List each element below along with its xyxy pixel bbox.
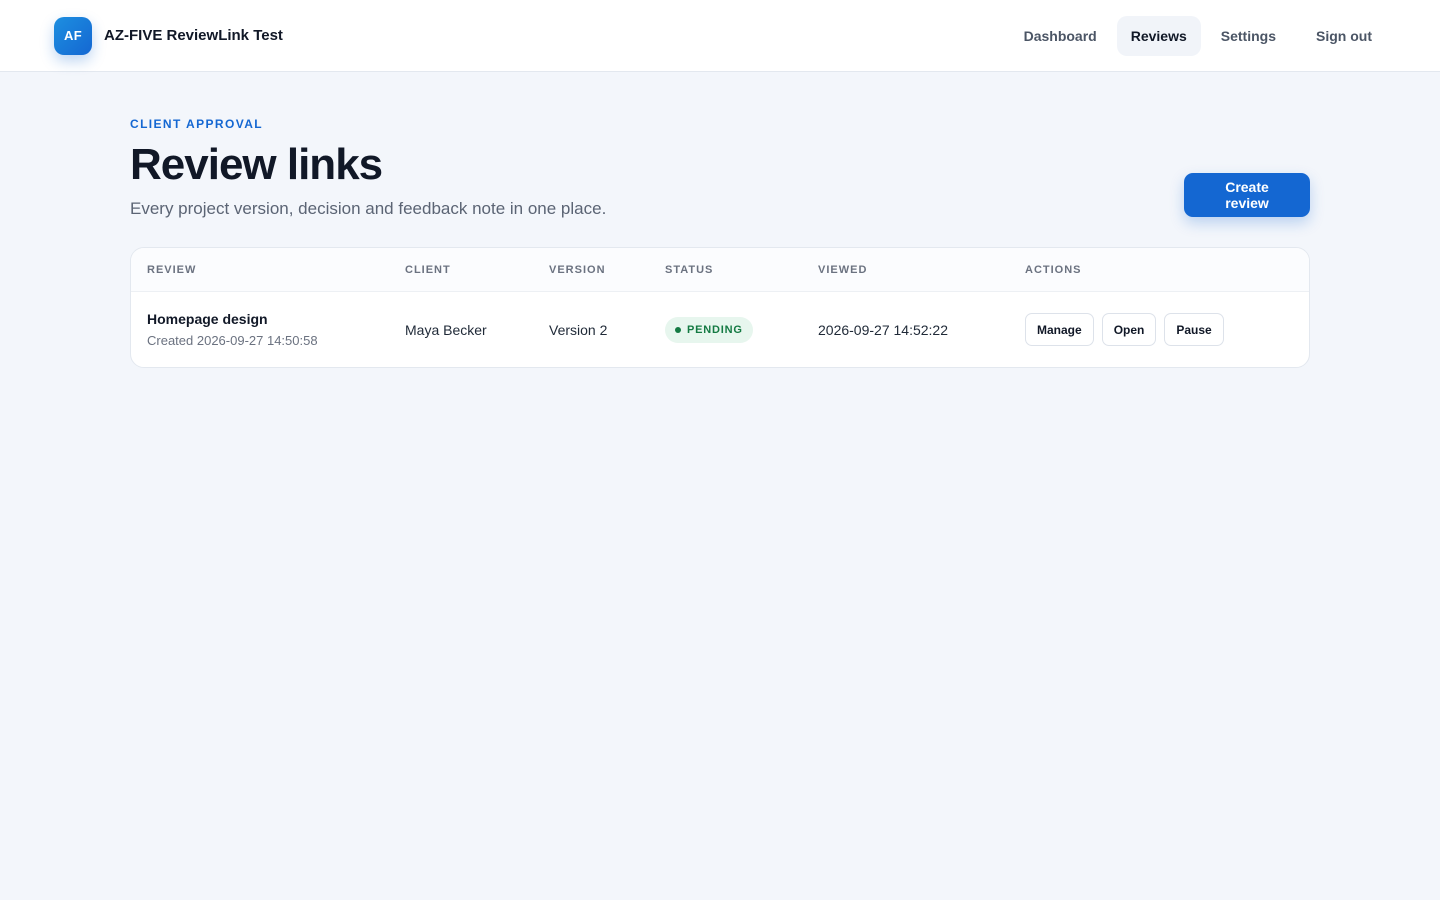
main-nav: Dashboard Reviews Settings Sign out bbox=[1010, 15, 1386, 56]
review-created-date: Created 2026-09-27 14:50:58 bbox=[147, 333, 318, 349]
top-navigation-bar: AF AZ-FIVE ReviewLink Test Dashboard Rev… bbox=[0, 0, 1440, 72]
app-name: AZ-FIVE ReviewLink Test bbox=[104, 27, 283, 44]
nav-item-sign-out[interactable]: Sign out bbox=[1302, 16, 1386, 56]
open-button[interactable]: Open bbox=[1101, 313, 1157, 347]
table-header-row: REVIEW CLIENT VERSION STATUS VIEWED ACTI… bbox=[131, 248, 1309, 293]
column-header-actions: ACTIONS bbox=[1009, 248, 1309, 293]
status-badge: PENDING bbox=[665, 316, 753, 343]
review-title: Homepage design bbox=[147, 311, 268, 328]
client-cell: Maya Becker bbox=[405, 321, 487, 338]
pause-button[interactable]: Pause bbox=[1164, 313, 1224, 347]
nav-item-dashboard[interactable]: Dashboard bbox=[1010, 16, 1111, 56]
status-label: PENDING bbox=[687, 323, 743, 336]
page-title: Review links bbox=[130, 140, 383, 189]
column-header-version: VERSION bbox=[533, 248, 649, 293]
reviews-table: REVIEW CLIENT VERSION STATUS VIEWED ACTI… bbox=[131, 248, 1309, 367]
column-header-review: REVIEW bbox=[131, 248, 389, 293]
column-header-viewed: VIEWED bbox=[802, 248, 1009, 293]
nav-item-settings[interactable]: Settings bbox=[1207, 16, 1290, 56]
page-subtitle: Every project version, decision and feed… bbox=[130, 199, 607, 219]
viewed-cell: 2026-09-27 14:52:22 bbox=[818, 321, 948, 338]
brand[interactable]: AF AZ-FIVE ReviewLink Test bbox=[54, 16, 283, 55]
main-content: CLIENT APPROVAL Review links Every proje… bbox=[130, 72, 1310, 368]
status-cell: PENDING bbox=[649, 292, 802, 367]
column-header-status: STATUS bbox=[649, 248, 802, 293]
create-review-button[interactable]: Create review bbox=[1184, 173, 1310, 218]
page-heading-group: CLIENT APPROVAL Review links Every proje… bbox=[130, 117, 606, 219]
page-eyebrow: CLIENT APPROVAL bbox=[130, 117, 264, 131]
nav-item-reviews[interactable]: Reviews bbox=[1116, 15, 1201, 56]
app-logo: AF bbox=[54, 16, 92, 55]
review-cell: Homepage design Created 2026-09-27 14:50… bbox=[131, 292, 389, 367]
status-dot-icon bbox=[675, 326, 681, 333]
actions-cell: Manage Open Pause bbox=[1009, 292, 1309, 367]
page-header: CLIENT APPROVAL Review links Every proje… bbox=[130, 117, 1310, 219]
manage-button[interactable]: Manage bbox=[1025, 313, 1094, 347]
row-actions: Manage Open Pause bbox=[1025, 313, 1293, 347]
reviews-table-card: REVIEW CLIENT VERSION STATUS VIEWED ACTI… bbox=[130, 247, 1310, 368]
column-header-client: CLIENT bbox=[389, 248, 533, 293]
version-cell: Version 2 bbox=[549, 321, 608, 338]
table-row: Homepage design Created 2026-09-27 14:50… bbox=[131, 292, 1309, 367]
